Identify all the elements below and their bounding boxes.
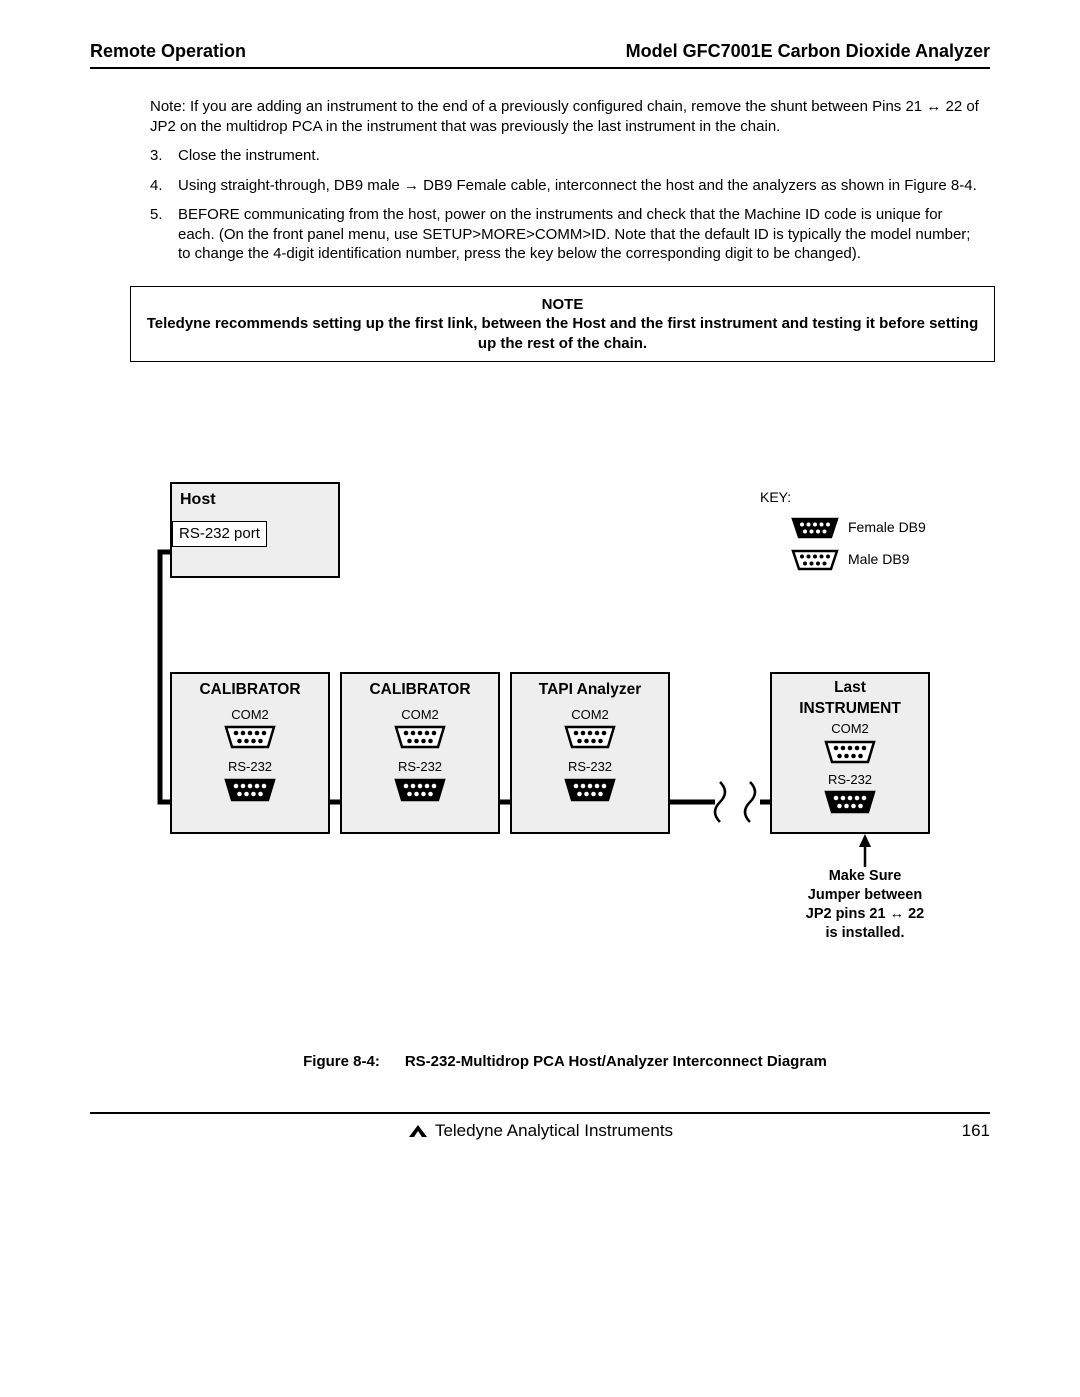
female-db9-icon (222, 778, 278, 802)
figure-title: RS-232-Multidrop PCA Host/Analyzer Inter… (405, 1053, 827, 1070)
step-text: Close the instrument. (178, 146, 980, 166)
teledyne-logo-icon (407, 1123, 429, 1139)
step-text: Using straight-through, DB9 male → DB9 F… (178, 176, 980, 196)
footer-label: Teledyne Analytical Instruments (407, 1120, 673, 1142)
figure-caption: Figure 8-4: RS-232-Multidrop PCA Host/An… (150, 1052, 980, 1072)
step-text: BEFORE communicating from the host, powe… (178, 205, 980, 264)
key-female-row: Female DB9 (790, 517, 950, 539)
jumper-line1: Make Sure (785, 867, 945, 886)
step-number: 3. (150, 146, 178, 166)
jumper-line4: is installed. (785, 924, 945, 943)
note-box: NOTE Teledyne recommends setting up the … (130, 286, 995, 363)
com-label: COM2 (772, 721, 928, 738)
com-label: COM2 (172, 707, 328, 724)
male-db9-icon (392, 725, 448, 749)
note-paragraph: Note: If you are adding an instrument to… (150, 97, 980, 136)
male-db9-icon (822, 740, 878, 764)
male-db9-icon (222, 725, 278, 749)
page-footer: Teledyne Analytical Instruments 161 (90, 1112, 990, 1142)
jumper-note: Make Sure Jumper between JP2 pins 21 ↔ 2… (785, 867, 945, 942)
female-db9-icon (392, 778, 448, 802)
jumper-line2: Jumper between (785, 886, 945, 905)
instrument-last: Last INSTRUMENT COM2 RS-232 (770, 672, 930, 834)
key-male-label: Male DB9 (848, 550, 909, 568)
note-title: NOTE (141, 295, 984, 315)
step-4: 4. Using straight-through, DB9 male → DB… (150, 176, 980, 196)
instrument-2: CALIBRATOR COM2 RS-232 (340, 672, 500, 834)
header-left: Remote Operation (90, 40, 246, 63)
instrument-title: CALIBRATOR (342, 680, 498, 700)
diagram-key: KEY: Female DB9 Male DB9 (760, 488, 950, 580)
step-number: 4. (150, 176, 178, 196)
host-title: Host (180, 490, 330, 511)
body-text: Note: If you are adding an instrument to… (90, 97, 990, 1072)
instrument-3: TAPI Analyzer COM2 RS-232 (510, 672, 670, 834)
instrument-1: CALIBRATOR COM2 RS-232 (170, 672, 330, 834)
male-db9-icon (562, 725, 618, 749)
figure-8-4: Host RS-232 port CALIBRATOR COM2 RS-232 … (150, 482, 980, 1042)
step-number: 5. (150, 205, 178, 264)
rs232-label: RS-232 (172, 759, 328, 776)
rs232-label: RS-232 (342, 759, 498, 776)
jumper-line3: JP2 pins 21 ↔ 22 (785, 905, 945, 924)
com-label: COM2 (342, 707, 498, 724)
key-label: KEY: (760, 488, 950, 506)
com-label: COM2 (512, 707, 668, 724)
instrument-title-1: Last (772, 678, 928, 698)
header-right: Model GFC7001E Carbon Dioxide Analyzer (626, 40, 990, 63)
key-male-row: Male DB9 (790, 549, 950, 571)
footer-text: Teledyne Analytical Instruments (435, 1120, 673, 1142)
instrument-title-2: INSTRUMENT (772, 699, 928, 719)
host-box: Host RS-232 port (170, 482, 340, 578)
instrument-title: CALIBRATOR (172, 680, 328, 700)
female-db9-icon (822, 790, 878, 814)
female-db9-icon (790, 517, 840, 539)
step-3: 3. Close the instrument. (150, 146, 980, 166)
step-5: 5. BEFORE communicating from the host, p… (150, 205, 980, 264)
note-body: Teledyne recommends setting up the first… (141, 314, 984, 353)
rs232-label: RS-232 (772, 772, 928, 789)
key-female-label: Female DB9 (848, 518, 926, 536)
host-port-label: RS-232 port (172, 521, 267, 547)
male-db9-icon (790, 549, 840, 571)
instrument-title: TAPI Analyzer (512, 680, 668, 700)
page-number: 161 (962, 1120, 990, 1142)
page-header: Remote Operation Model GFC7001E Carbon D… (90, 40, 990, 69)
figure-number: Figure 8-4: (303, 1053, 380, 1070)
female-db9-icon (562, 778, 618, 802)
rs232-label: RS-232 (512, 759, 668, 776)
